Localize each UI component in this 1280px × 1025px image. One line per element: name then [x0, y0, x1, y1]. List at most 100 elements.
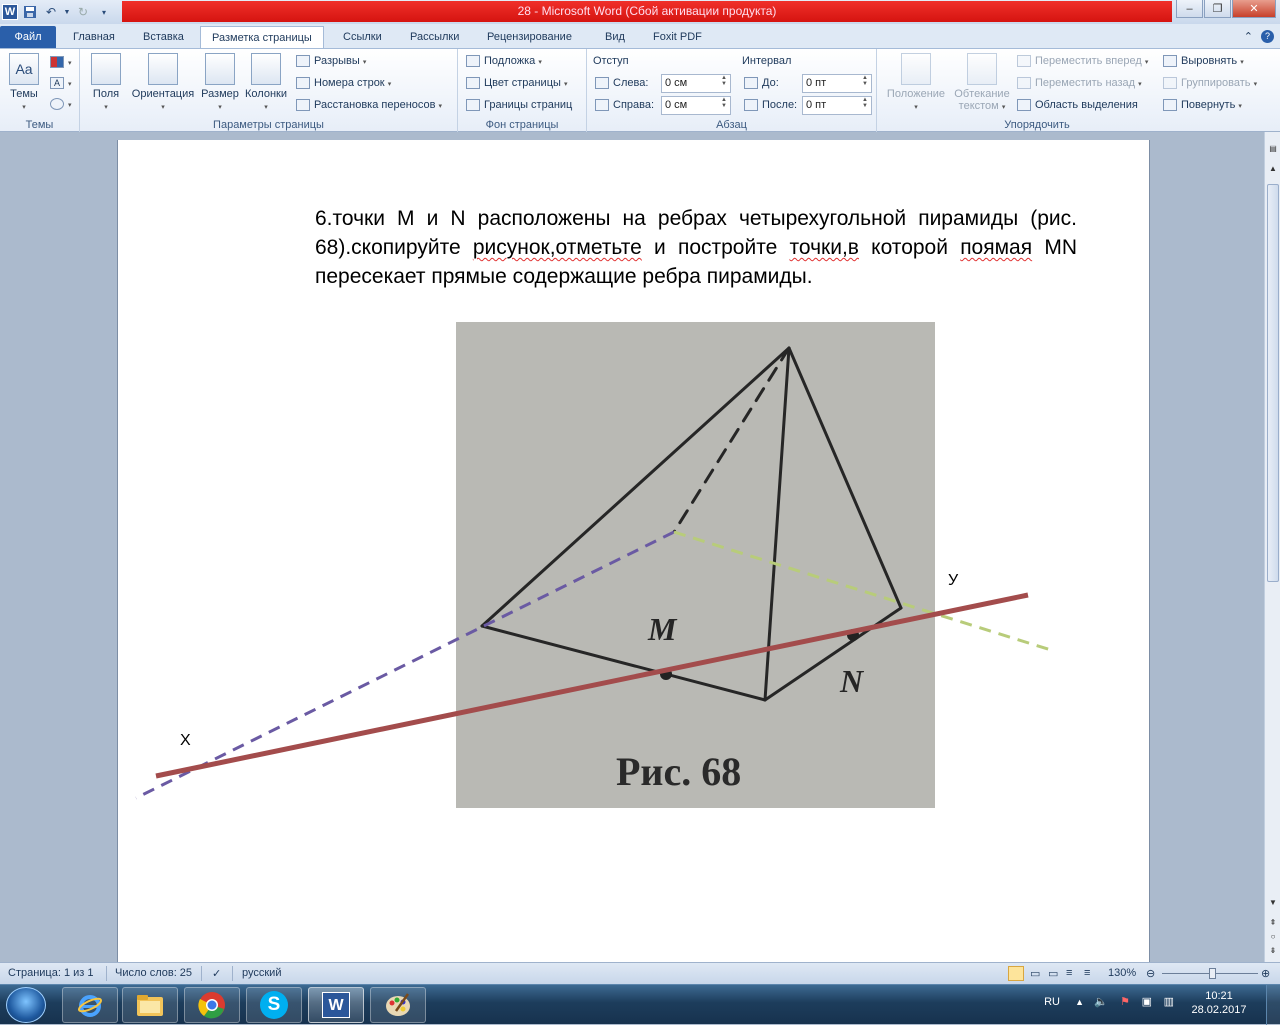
- page-color-button[interactable]: Цвет страницы ▾: [466, 74, 567, 92]
- prev-page-icon[interactable]: ⇞: [1266, 916, 1280, 930]
- redo-icon[interactable]: ↻: [74, 3, 92, 21]
- send-backward-button[interactable]: Переместить назад ▾: [1017, 74, 1142, 92]
- zoom-out-icon[interactable]: ⊖: [1146, 967, 1155, 980]
- theme-fonts-icon[interactable]: A ▾: [50, 74, 72, 92]
- show-desktop-button[interactable]: [1266, 985, 1280, 1025]
- scroll-down-icon[interactable]: ▼: [1266, 896, 1280, 910]
- proofing-icon[interactable]: ✓: [212, 967, 221, 980]
- maximize-icon[interactable]: ❐: [1204, 0, 1231, 18]
- print-layout-view-icon[interactable]: [1008, 966, 1024, 981]
- size-button[interactable]: Размер ▾: [200, 53, 240, 114]
- minimize-ribbon-icon[interactable]: ⌃: [1244, 30, 1253, 43]
- taskbar-explorer-icon[interactable]: [122, 987, 178, 1023]
- document-page[interactable]: 6.точки М и N расположены на ребрах четы…: [117, 140, 1150, 962]
- group-objects-button[interactable]: Группировать ▾: [1163, 74, 1257, 92]
- tab-insert[interactable]: Вставка: [132, 26, 195, 48]
- spacing-before-input[interactable]: 0 пт: [802, 74, 872, 93]
- ribbon: Aa Темы ▾ ▾ A ▾ ▾ Темы Поля ▾ Ориентация ▾ Р…: [0, 48, 1280, 132]
- taskbar-word-icon[interactable]: W: [308, 987, 364, 1023]
- position-button[interactable]: Положение ▾: [883, 53, 949, 114]
- customize-qat-icon[interactable]: ▾: [95, 3, 113, 21]
- wrap-text-button[interactable]: Обтекание текстом ▾: [951, 53, 1013, 114]
- margins-button[interactable]: Поля ▾: [88, 53, 124, 114]
- wrap-text-icon: [967, 53, 997, 85]
- indent-left-input[interactable]: 0 см: [661, 74, 731, 93]
- clock-date: 28.02.2017: [1191, 1004, 1247, 1016]
- input-language[interactable]: RU: [1044, 996, 1060, 1008]
- next-page-icon[interactable]: ⇟: [1266, 944, 1280, 958]
- themes-button[interactable]: Aa Темы ▾: [6, 53, 42, 114]
- tab-review[interactable]: Рецензирование: [476, 26, 583, 48]
- keyboard-icon[interactable]: ▥: [1164, 995, 1174, 1008]
- hyphenation-button[interactable]: Расстановка переносов ▾: [296, 96, 442, 114]
- rotate-button[interactable]: Повернуть ▾: [1163, 96, 1242, 114]
- taskbar-chrome-icon[interactable]: [184, 987, 240, 1023]
- browse-object-icon[interactable]: ○: [1266, 930, 1280, 944]
- zoom-in-icon[interactable]: ⊕: [1261, 967, 1270, 980]
- watermark-button[interactable]: Подложка ▾: [466, 52, 542, 70]
- ruler-toggle-icon[interactable]: ▤: [1266, 142, 1280, 156]
- theme-colors-icon[interactable]: ▾: [50, 53, 72, 71]
- vertical-scrollbar[interactable]: ▤ ▲ ▼ ⇞ ○ ⇟: [1264, 132, 1280, 962]
- group-themes: Aa Темы ▾ ▾ A ▾ ▾ Темы: [0, 49, 80, 132]
- action-center-icon[interactable]: ⚑: [1120, 995, 1130, 1008]
- scrollbar-thumb[interactable]: [1267, 184, 1279, 582]
- columns-button[interactable]: Колонки ▾: [242, 53, 290, 114]
- orientation-icon: [148, 53, 178, 85]
- zoom-level[interactable]: 130%: [1108, 967, 1136, 979]
- status-language[interactable]: русский: [242, 967, 281, 979]
- word-logo-icon[interactable]: W: [2, 4, 18, 20]
- outline-view-icon[interactable]: ≡: [1066, 967, 1072, 979]
- network-icon[interactable]: ▣: [1142, 995, 1152, 1008]
- taskbar-skype-icon[interactable]: S: [246, 987, 302, 1023]
- bring-forward-icon: [1017, 55, 1031, 68]
- theme-effects-icon[interactable]: ▾: [50, 95, 72, 113]
- help-icon[interactable]: ?: [1261, 30, 1274, 43]
- draft-view-icon[interactable]: ≡: [1084, 967, 1090, 979]
- breaks-button[interactable]: Разрывы ▾: [296, 52, 366, 70]
- tab-view[interactable]: Вид: [594, 26, 636, 48]
- group-label-page-setup: Параметры страницы: [213, 119, 324, 131]
- save-icon[interactable]: [21, 3, 39, 21]
- label-y: У: [948, 572, 959, 589]
- tab-home[interactable]: Главная: [62, 26, 126, 48]
- indent-left-label: Слева:: [595, 74, 648, 92]
- spacing-after-input[interactable]: 0 пт: [802, 96, 872, 115]
- orientation-button[interactable]: Ориентация ▾: [128, 53, 198, 114]
- scroll-up-icon[interactable]: ▲: [1266, 162, 1280, 176]
- tab-file[interactable]: Файл: [0, 26, 56, 48]
- clock[interactable]: 10:21 28.02.2017: [1184, 990, 1254, 1016]
- tab-foxit-pdf[interactable]: Foxit PDF: [642, 26, 713, 48]
- taskbar-ie-icon[interactable]: [62, 987, 118, 1023]
- minimize-icon[interactable]: –: [1176, 0, 1203, 18]
- line-numbers-button[interactable]: Номера строк ▾: [296, 74, 391, 92]
- close-icon[interactable]: ✕: [1232, 0, 1276, 18]
- zoom-slider-thumb[interactable]: [1209, 968, 1216, 979]
- taskbar-paint-icon[interactable]: [370, 987, 426, 1023]
- tab-mailings[interactable]: Рассылки: [399, 26, 470, 48]
- tab-references[interactable]: Ссылки: [332, 26, 393, 48]
- undo-icon[interactable]: ↶: [42, 3, 60, 21]
- tab-page-layout[interactable]: Разметка страницы: [200, 26, 324, 48]
- status-page[interactable]: Страница: 1 из 1: [8, 967, 94, 979]
- show-hidden-icons-icon[interactable]: ▲: [1075, 997, 1084, 1007]
- group-page-background: Подложка ▾ Цвет страницы ▾ Границы стран…: [458, 49, 587, 132]
- undo-dropdown-icon[interactable]: ▼: [63, 3, 71, 21]
- watermark-icon: [466, 55, 480, 68]
- volume-icon[interactable]: 🔈: [1094, 995, 1108, 1008]
- group-objects-icon: [1163, 77, 1177, 90]
- indent-right-input[interactable]: 0 см: [661, 96, 731, 115]
- page-borders-button[interactable]: Границы страниц: [466, 96, 572, 114]
- web-layout-view-icon[interactable]: ▭: [1048, 967, 1058, 980]
- page-color-icon: [466, 77, 480, 90]
- bring-forward-button[interactable]: Переместить вперед ▾: [1017, 52, 1148, 70]
- group-label-themes: Темы: [25, 119, 54, 131]
- status-words[interactable]: Число слов: 25: [115, 967, 192, 979]
- selection-pane-button[interactable]: Область выделения: [1017, 96, 1138, 114]
- start-button[interactable]: [6, 987, 46, 1023]
- window-title: 28 - Microsoft Word (Сбой активации прод…: [122, 1, 1172, 22]
- pyramid-photo[interactable]: [456, 322, 935, 808]
- line-numbers-icon: [296, 77, 310, 90]
- full-screen-view-icon[interactable]: ▭: [1030, 967, 1040, 980]
- align-button[interactable]: Выровнять ▾: [1163, 52, 1244, 70]
